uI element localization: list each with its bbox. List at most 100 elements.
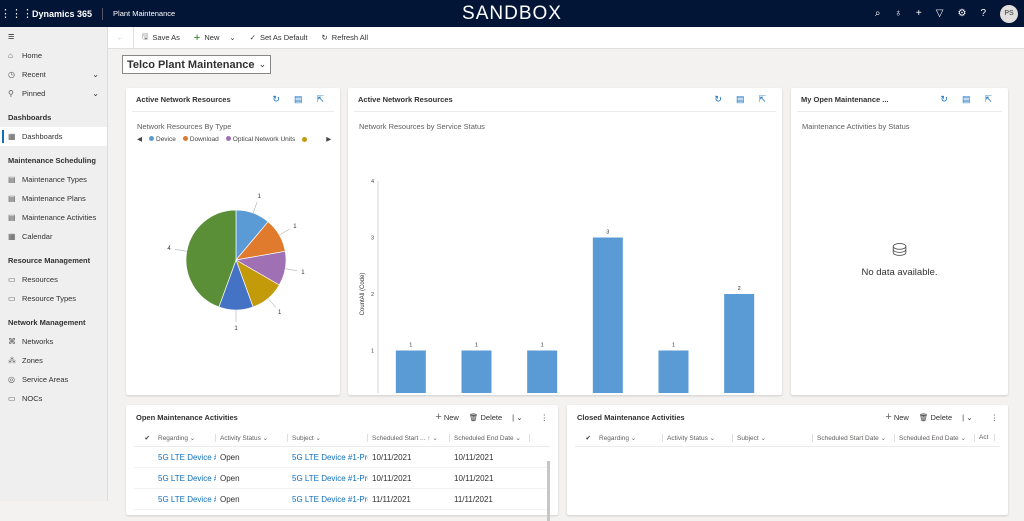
plus-icon[interactable]: + xyxy=(916,8,922,19)
brand[interactable]: Dynamics 365 xyxy=(28,7,104,20)
chevron-down-icon[interactable]: ⌄ xyxy=(229,33,235,42)
new-button[interactable]: + New xyxy=(885,411,909,423)
column-header[interactable]: Subject ⌄ xyxy=(288,433,368,442)
table-row[interactable]: 5G LTE Device #1 Open 5G LTE Device #1-Pre… xyxy=(134,489,550,510)
bar[interactable] xyxy=(395,350,426,394)
column-header[interactable]: Activity Status ⌄ xyxy=(663,433,733,442)
column-header[interactable]: Scheduled End Date ⌄ xyxy=(895,433,975,442)
chevron-down-icon[interactable]: ⌄ xyxy=(92,89,99,98)
bar[interactable] xyxy=(527,350,558,394)
sidebar-item-recent[interactable]: ◷ Recent ⌄ xyxy=(0,65,107,84)
bar[interactable] xyxy=(592,237,623,394)
table-cell: Open xyxy=(220,494,240,504)
more-icon[interactable]: ⋮ xyxy=(541,413,549,422)
table-cell[interactable]: 5G LTE Device #1 xyxy=(154,474,216,483)
zones-icon: ⁂ xyxy=(8,356,16,365)
bar[interactable] xyxy=(658,350,689,394)
set-as-default-button[interactable]: ✓ Set As Default xyxy=(250,33,308,42)
filter-icon[interactable]: ▽ xyxy=(936,8,944,19)
grid-title: Open Maintenance Activities xyxy=(136,412,238,422)
refresh-icon[interactable]: ↻ xyxy=(940,94,948,105)
column-header[interactable]: Scheduled Start ... ↑ ⌄ xyxy=(368,433,450,442)
chevron-down-icon[interactable]: | ⌄ xyxy=(512,413,522,422)
more-icon[interactable]: ⋮ xyxy=(991,413,999,422)
sidebar-item-maintenance-types[interactable]: ▤ Maintenance Types xyxy=(0,170,107,189)
card-title: Active Network Resources xyxy=(136,95,231,104)
select-all-checkbox[interactable]: ✔ xyxy=(575,434,595,442)
database-icon: ⛁ xyxy=(891,240,908,260)
pie-data-label: 1 xyxy=(258,194,262,200)
sidebar-item-dashboards[interactable]: ▦ Dashboards xyxy=(0,127,107,146)
table-cell: 11/11/2021 xyxy=(454,494,493,504)
table-cell[interactable]: 5G LTE Device #1 xyxy=(154,453,216,462)
table-row[interactable]: 5G LTE Device #1 Open 5G LTE Device #1-Pre… xyxy=(134,447,550,468)
sidebar-item-maintenance-activities[interactable]: ▤ Maintenance Activities xyxy=(0,208,107,227)
sidebar-item-pinned[interactable]: ⚲ Pinned ⌄ xyxy=(0,84,107,103)
empty-chart-card: My Open Maintenance ... ↻ ▤ ⇱ Maintenance A… xyxy=(791,88,1008,395)
sidebar-item-service-areas[interactable]: ◎ Service Areas xyxy=(0,370,107,389)
chevron-down-icon[interactable]: ⌄ xyxy=(92,70,99,79)
sidebar-group-title: Dashboards xyxy=(8,113,52,122)
column-header[interactable]: Activity Status ⌄ xyxy=(216,433,288,442)
records-icon[interactable]: ▤ xyxy=(294,94,303,105)
records-icon[interactable]: ▤ xyxy=(736,94,745,105)
bar[interactable] xyxy=(724,294,755,393)
table-cell[interactable]: 5G LTE Device #1-Preve xyxy=(288,495,368,504)
bar-data-label: 1 xyxy=(409,343,412,349)
bar[interactable] xyxy=(461,350,492,394)
chevron-down-icon: ⌄ xyxy=(258,59,267,69)
column-header[interactable]: Scheduled Start Date ⌄ xyxy=(813,433,895,442)
dashboard-selector[interactable]: Telco Plant Maintenance ⌄ xyxy=(122,55,272,74)
select-all-checkbox[interactable]: ✔ xyxy=(134,434,154,442)
help-icon[interactable]: ? xyxy=(980,8,986,19)
sidebar-item-networks[interactable]: ⌘ Networks xyxy=(0,332,107,351)
expand-icon[interactable]: ⇱ xyxy=(316,94,324,105)
app-launcher-icon[interactable]: ⋮⋮⋮ xyxy=(0,7,33,20)
chart-subtitle: Network Resources by Service Status xyxy=(359,122,485,131)
column-header[interactable]: Subject ⌄ xyxy=(733,433,813,442)
column-header[interactable]: Act xyxy=(975,434,995,441)
refresh-icon[interactable]: ↻ xyxy=(272,94,280,105)
records-icon[interactable]: ▤ xyxy=(962,94,971,105)
sidebar-item-nocs[interactable]: ▭ NOCs xyxy=(0,389,107,408)
delete-button[interactable]: 🗑 Delete xyxy=(919,413,952,422)
sidebar-item-calendar[interactable]: ▦ Calendar xyxy=(0,227,107,246)
save-as-button[interactable]: 🖫 Save As xyxy=(142,31,180,44)
sidebar-item-home[interactable]: ⌂ Home xyxy=(0,46,107,65)
column-header[interactable]: Regarding ⌄ xyxy=(154,433,216,442)
pie-data-label: 1 xyxy=(301,270,305,276)
sidebar-item-maintenance-plans[interactable]: ▤ Maintenance Plans xyxy=(0,189,107,208)
delete-button[interactable]: 🗑 Delete xyxy=(469,413,502,422)
table-cell: Open xyxy=(220,473,240,483)
refresh-icon[interactable]: ↻ xyxy=(714,94,722,105)
y-tick-label: 2 xyxy=(371,292,374,298)
bar-data-label: 1 xyxy=(541,343,544,349)
expand-icon[interactable]: ⇱ xyxy=(984,94,992,105)
table-cell[interactable]: 5G LTE Device #1-Preve xyxy=(288,474,368,483)
gear-icon[interactable]: ⚙ xyxy=(957,8,966,19)
expand-icon[interactable]: ⇱ xyxy=(758,94,766,105)
search-icon[interactable]: ⌕ xyxy=(875,8,881,19)
table-cell[interactable]: 5G LTE Device #1-Preve xyxy=(288,453,368,462)
avatar[interactable]: PS xyxy=(1000,4,1018,23)
sidebar-item-resources[interactable]: ▭ Resources xyxy=(0,270,107,289)
back-arrow-icon[interactable]: ← xyxy=(108,26,134,49)
table-cell: 11/11/2021 xyxy=(372,494,411,504)
app-name[interactable]: Plant Maintenance xyxy=(103,9,175,18)
column-header[interactable]: Regarding ⌄ xyxy=(595,433,663,442)
new-button[interactable]: + New ⌄ xyxy=(194,32,236,44)
hamburger-icon[interactable]: ≡ xyxy=(0,27,107,46)
lightbulb-icon[interactable]: ♁ xyxy=(894,8,902,19)
sidebar-item-resource-types[interactable]: ▭ Resource Types xyxy=(0,289,107,308)
grid-title: Closed Maintenance Activities xyxy=(577,412,685,422)
sidebar-item-zones[interactable]: ⁂ Zones xyxy=(0,351,107,370)
scrollbar[interactable] xyxy=(547,461,550,521)
plus-icon: + xyxy=(885,411,892,423)
trash-icon: 🗑 xyxy=(918,412,929,422)
new-button[interactable]: + New xyxy=(435,411,459,423)
table-row[interactable]: 5G LTE Device #1 Open 5G LTE Device #1-Pre… xyxy=(134,468,550,489)
column-header[interactable]: Scheduled End Date ⌄ xyxy=(450,433,530,442)
table-cell[interactable]: 5G LTE Device #1 xyxy=(154,495,216,504)
refresh-all-button[interactable]: ↻ Refresh All xyxy=(322,33,369,42)
chevron-down-icon[interactable]: | ⌄ xyxy=(962,413,972,422)
